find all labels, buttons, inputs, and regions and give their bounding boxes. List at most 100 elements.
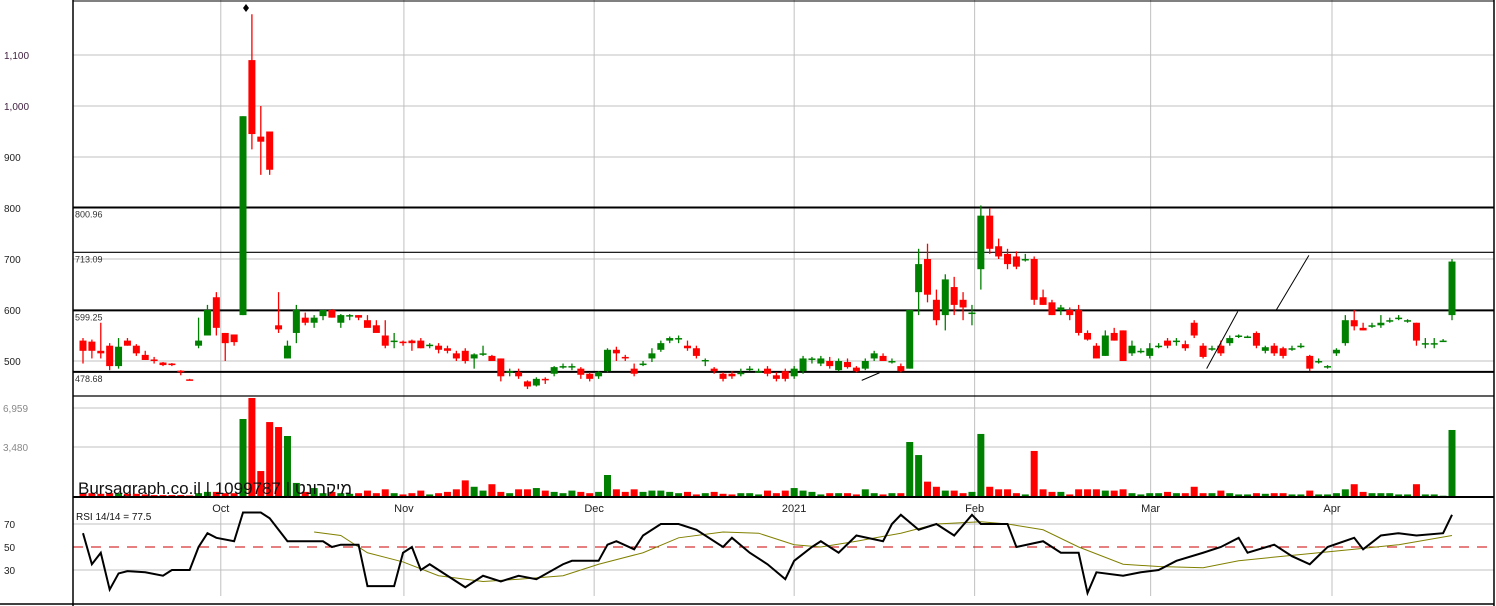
candle-body: [541, 378, 549, 381]
candle-body: [1270, 345, 1278, 354]
candle-body: [1092, 345, 1100, 359]
candle-body: [497, 358, 505, 377]
candle-body: [808, 358, 816, 360]
rsi-line: [82, 511, 1453, 597]
price-tick-label: 700: [4, 255, 21, 266]
volume-bar: [1030, 450, 1038, 497]
candle-body: [1057, 307, 1065, 310]
volume-bar: [1119, 489, 1127, 497]
candle-body: [612, 349, 620, 354]
candle-body: [666, 338, 674, 341]
volume-bar: [1350, 484, 1358, 497]
candle-body: [363, 320, 371, 328]
candle-body: [790, 368, 798, 377]
candle-body: [310, 317, 318, 323]
candle-body: [852, 367, 860, 372]
month-label: Mar: [1141, 503, 1160, 515]
candle-body: [1235, 335, 1243, 337]
candle-body: [168, 363, 176, 366]
candle-body: [1261, 347, 1269, 351]
candle-body: [835, 361, 843, 371]
candle-body: [1439, 340, 1447, 343]
candle-body: [470, 354, 478, 359]
candle-body: [781, 371, 789, 379]
candle-body: [1066, 310, 1074, 316]
rsi-signal-line: [314, 521, 1453, 583]
candle-body: [924, 259, 932, 295]
volume-bar: [532, 488, 540, 497]
volume-bar: [612, 489, 620, 497]
candle-body: [328, 310, 336, 318]
candle-body: [195, 340, 203, 346]
candle-body: [568, 366, 576, 368]
candle-body: [461, 350, 469, 361]
candle-body: [132, 345, 140, 354]
rsi-label: RSI 14/14 = 77.5: [76, 512, 152, 523]
candle-body: [959, 299, 967, 308]
volume-bar: [790, 488, 798, 497]
candle-body: [861, 361, 869, 369]
candle-body: [737, 372, 745, 375]
candle-body: [630, 368, 638, 374]
candle-body: [115, 346, 123, 367]
candle-body: [675, 338, 683, 340]
candle-body: [435, 345, 443, 350]
candle-body: [577, 368, 585, 375]
candle-body: [372, 325, 380, 333]
trendline: [1275, 255, 1310, 311]
candle-body: [746, 368, 754, 371]
candle-body: [879, 355, 887, 361]
candle-body: [1137, 350, 1145, 353]
candle-body: [399, 341, 407, 344]
price-tick-label: 1,100: [4, 51, 29, 62]
candle-body: [995, 246, 1003, 257]
candle-body: [1421, 343, 1429, 345]
price-tick-label: 800: [4, 204, 21, 215]
volume-tick-label: 3,480: [3, 443, 28, 454]
volume-bar: [924, 481, 932, 497]
candle-body: [248, 60, 256, 135]
month-label: Apr: [1323, 503, 1340, 515]
candle-body: [515, 372, 523, 377]
candle-body: [186, 379, 194, 381]
candle-body: [550, 367, 558, 374]
candle-body: [212, 297, 220, 328]
candle-body: [88, 341, 96, 351]
candle-body: [710, 368, 718, 372]
candle-body: [1368, 325, 1376, 327]
volume-bar: [488, 484, 496, 497]
candle-body: [657, 343, 665, 350]
candle-body: [1404, 320, 1412, 322]
candle-body: [559, 366, 567, 368]
candle-body: [799, 358, 807, 372]
volume-tick-label: 6,959: [3, 404, 28, 415]
candle-body: [506, 371, 514, 373]
candle-body: [390, 340, 398, 343]
candle-body: [479, 353, 487, 355]
candle-body: [1448, 261, 1456, 316]
candle-body: [417, 340, 425, 349]
candle-body: [337, 315, 345, 323]
candle-body: [1012, 256, 1020, 267]
candle-body: [719, 373, 727, 379]
candle-body: [1075, 310, 1083, 333]
volume-bar: [986, 486, 994, 497]
level-label: 478.68: [75, 374, 103, 384]
candle-body: [932, 299, 940, 321]
volume-bar: [1039, 489, 1047, 497]
candle-body: [621, 356, 629, 359]
volume-bar: [906, 442, 914, 497]
candle-body: [1430, 343, 1438, 345]
level-label: 800.96: [75, 210, 103, 220]
candle-body: [230, 334, 238, 343]
rsi-tick-label: 70: [4, 520, 16, 531]
candle-body: [1359, 327, 1367, 331]
candle-body: [1377, 322, 1385, 326]
candle-body: [986, 215, 994, 249]
marker-diamond-icon: [243, 4, 249, 12]
volume-bar: [1084, 489, 1092, 497]
candle-body: [443, 348, 451, 351]
volume-bar: [1448, 429, 1456, 497]
candle-body: [123, 340, 131, 346]
candle-body: [683, 345, 691, 349]
